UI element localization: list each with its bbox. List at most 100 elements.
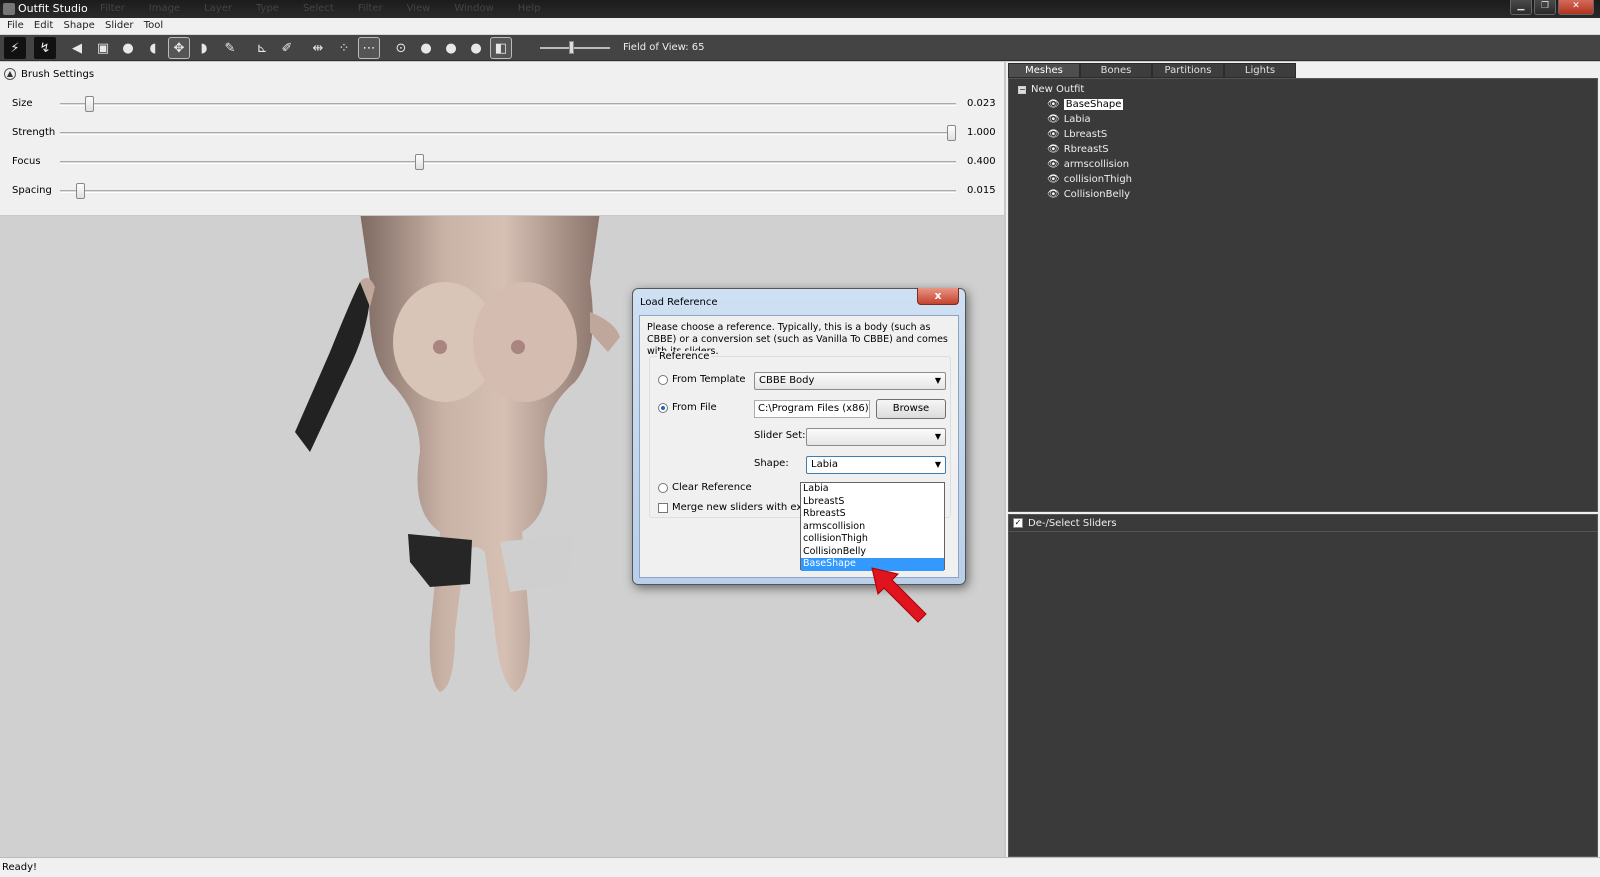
dialog-close-button[interactable]: x xyxy=(917,288,959,305)
tree-item-label: collisionThigh xyxy=(1063,174,1133,185)
tree-item-armscollision[interactable]: 👁 armscollision xyxy=(1047,158,1129,171)
close-window-button[interactable]: ✕ xyxy=(1558,0,1594,15)
brush-settings-panel: ▲ Brush Settings Size 0.023 Strength 1.0… xyxy=(0,62,1004,216)
visibility-eye-icon[interactable]: 👁 xyxy=(1047,129,1060,140)
title-bar: Outfit Studio Filter Image Layer Type Select… xyxy=(0,0,1600,18)
brush-spacing-track[interactable] xyxy=(60,190,956,193)
brush-size-label: Size xyxy=(12,98,33,109)
tree-item-lbreasts[interactable]: 👁 LbreastS xyxy=(1047,128,1107,141)
mesh-tree: − New Outfit 👁 BaseShape 👁 Labia 👁 LbreastS… xyxy=(1008,78,1598,512)
visibility-eye-icon[interactable]: 👁 xyxy=(1047,174,1060,185)
background-menu-ghost: Filter Image Layer Type Select Filter View Wind… xyxy=(100,3,565,14)
tree-item-baseshape[interactable]: 👁 BaseShape xyxy=(1047,98,1124,111)
menu-file[interactable]: File xyxy=(0,18,24,31)
brush-focus-track[interactable] xyxy=(60,161,956,164)
smooth-brush-icon[interactable]: ◗ xyxy=(193,37,215,59)
red-arrow-annotation xyxy=(871,567,927,623)
deflate-brush-icon[interactable]: ◖ xyxy=(142,37,164,59)
transform-icon[interactable]: ⊾ xyxy=(251,37,273,59)
maximize-button[interactable]: ❐ xyxy=(1534,0,1556,15)
tree-item-label: RbreastS xyxy=(1063,144,1109,155)
shape-option[interactable]: armscollision xyxy=(801,521,944,534)
weight-brush-icon[interactable]: ✎ xyxy=(219,37,241,59)
template-select[interactable]: CBBE Body ▼ xyxy=(754,372,946,390)
brush-settings-header[interactable]: ▲ Brush Settings xyxy=(4,68,94,80)
ghost-menu-item: Image xyxy=(148,3,181,14)
shape-dropdown-list: Labia LbreastS RbreastS armscollision co… xyxy=(800,482,945,571)
new-project-icon[interactable]: ⚡ xyxy=(4,37,26,59)
tree-root[interactable]: − New Outfit xyxy=(1018,84,1084,95)
shape-option[interactable]: RbreastS xyxy=(801,508,944,521)
menu-edit[interactable]: Edit xyxy=(27,18,53,31)
merge-sliders-row[interactable]: Merge new sliders with existin xyxy=(658,502,823,513)
global-brush-icon[interactable]: ⋯ xyxy=(358,37,380,59)
chevron-down-icon: ▼ xyxy=(934,460,941,469)
tab-meshes[interactable]: Meshes xyxy=(1008,63,1080,78)
visibility-eye-icon[interactable]: 👁 xyxy=(1047,114,1060,125)
ghost-menu-item: Layer xyxy=(204,3,232,14)
merge-sliders-checkbox[interactable] xyxy=(658,502,668,513)
collapse-tree-icon[interactable]: − xyxy=(1018,85,1026,94)
from-file-radio[interactable] xyxy=(658,402,668,413)
shape-option[interactable]: LbreastS xyxy=(801,496,944,509)
tab-bones[interactable]: Bones xyxy=(1080,63,1152,78)
load-project-icon[interactable]: ↯ xyxy=(34,37,56,59)
visibility-eye-icon[interactable]: 👁 xyxy=(1047,159,1060,170)
select-all-sliders-checkbox[interactable]: ✓ xyxy=(1013,518,1023,528)
from-template-radio-row[interactable]: From Template xyxy=(658,374,746,385)
clear-reference-radio[interactable] xyxy=(658,482,668,493)
mask-brush-icon[interactable]: ▣ xyxy=(92,37,114,59)
view-front-icon[interactable]: ⊙ xyxy=(390,37,412,59)
tree-item-collisionbelly[interactable]: 👁 CollisionBelly xyxy=(1047,188,1130,201)
pivot-icon[interactable]: ✐ xyxy=(276,37,298,59)
brush-select-icon[interactable]: ◀ xyxy=(66,37,88,59)
tree-item-labia[interactable]: 👁 Labia xyxy=(1047,113,1091,126)
tab-lights[interactable]: Lights xyxy=(1224,63,1296,78)
brush-spacing-thumb[interactable] xyxy=(75,183,85,199)
from-file-radio-row[interactable]: From File xyxy=(658,402,717,413)
clear-reference-label: Clear Reference xyxy=(672,482,752,493)
shape-option[interactable]: collisionThigh xyxy=(801,533,944,546)
tree-item-label: Labia xyxy=(1063,114,1091,125)
status-bar: Ready! xyxy=(0,857,1600,877)
brush-strength-row: Strength 1.000 xyxy=(0,123,1004,143)
brush-strength-track[interactable] xyxy=(60,132,956,135)
menu-tool[interactable]: Tool xyxy=(137,18,163,31)
tab-partitions[interactable]: Partitions xyxy=(1152,63,1224,78)
inflate-brush-icon[interactable]: ● xyxy=(117,37,139,59)
view-right-icon[interactable]: ● xyxy=(465,37,487,59)
tree-item-collisionthigh[interactable]: 👁 collisionThigh xyxy=(1047,173,1132,186)
minimize-button[interactable]: ▁ xyxy=(1510,0,1532,15)
brush-strength-thumb[interactable] xyxy=(947,125,956,141)
from-template-radio[interactable] xyxy=(658,374,668,385)
move-brush-icon[interactable]: ✥ xyxy=(168,37,190,59)
body-mesh-render xyxy=(295,216,620,692)
shape-option[interactable]: Labia xyxy=(801,483,944,496)
mirror-x-icon[interactable]: ⇹ xyxy=(307,37,329,59)
brush-focus-value: 0.400 xyxy=(967,156,996,167)
brush-size-thumb[interactable] xyxy=(84,96,94,112)
visibility-eye-icon[interactable]: 👁 xyxy=(1047,144,1060,155)
shape-select[interactable]: Labia ▼ xyxy=(806,456,946,474)
shape-option[interactable]: CollisionBelly xyxy=(801,546,944,559)
view-left-icon[interactable]: ● xyxy=(440,37,462,59)
browse-button[interactable]: Browse xyxy=(876,399,946,419)
menu-slider[interactable]: Slider xyxy=(98,18,134,31)
menu-shape[interactable]: Shape xyxy=(56,18,94,31)
brush-focus-thumb[interactable] xyxy=(414,154,424,170)
perspective-icon[interactable]: ◧ xyxy=(490,37,512,59)
tree-item-rbreasts[interactable]: 👁 RbreastS xyxy=(1047,143,1109,156)
file-path-input[interactable]: C:\Program Files (x86)\St xyxy=(754,400,870,418)
brush-size-track[interactable] xyxy=(60,103,956,106)
connected-only-icon[interactable]: ⁘ xyxy=(333,37,355,59)
fov-slider-track[interactable] xyxy=(540,47,610,49)
view-back-icon[interactable]: ● xyxy=(415,37,437,59)
tree-item-label: BaseShape xyxy=(1063,99,1124,110)
collapse-icon[interactable]: ▲ xyxy=(4,68,16,80)
visibility-eye-icon[interactable]: 👁 xyxy=(1047,99,1060,110)
visibility-eye-icon[interactable]: 👁 xyxy=(1047,189,1060,200)
fov-slider-thumb[interactable] xyxy=(569,41,574,54)
clear-reference-radio-row[interactable]: Clear Reference xyxy=(658,482,752,493)
slider-set-select[interactable]: ▼ xyxy=(806,428,946,446)
ghost-menu-item: Help xyxy=(517,3,541,14)
